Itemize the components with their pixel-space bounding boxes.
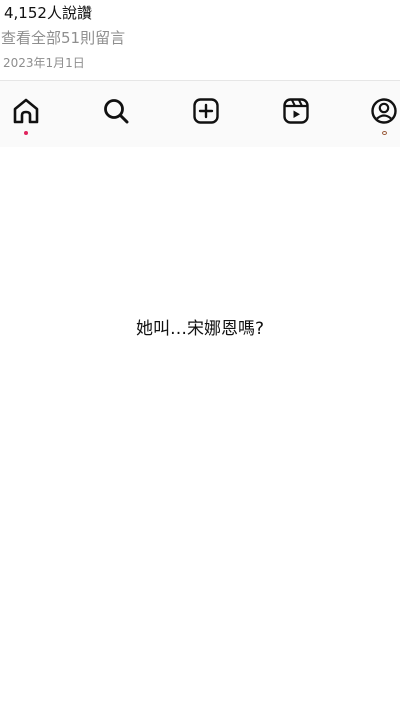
reels-icon [283,98,309,124]
main-content: 她叫…宋娜恩嗎? [0,147,400,727]
nav-profile-button[interactable] [366,93,400,129]
nav-reels-button[interactable] [278,93,314,129]
nav-create-button[interactable] [188,93,224,129]
view-all-comments-link[interactable]: 查看全部51則留言 [1,28,125,48]
profile-notification-dot [382,131,387,135]
search-icon [104,99,129,124]
active-indicator-dot [24,131,28,135]
post-date: 2023年1月1日 [3,56,85,70]
new-post-icon [193,98,219,124]
post-footer: 4,152人說讚 查看全部51則留言 2023年1月1日 [0,0,400,80]
nav-home-button[interactable] [8,93,44,129]
nav-search-button[interactable] [98,93,134,129]
profile-icon [371,98,397,124]
story-caption: 她叫…宋娜恩嗎? [135,319,265,339]
bottom-nav-bar [0,81,400,147]
likes-count[interactable]: 4,152人說讚 [4,3,92,23]
home-icon [13,98,39,124]
